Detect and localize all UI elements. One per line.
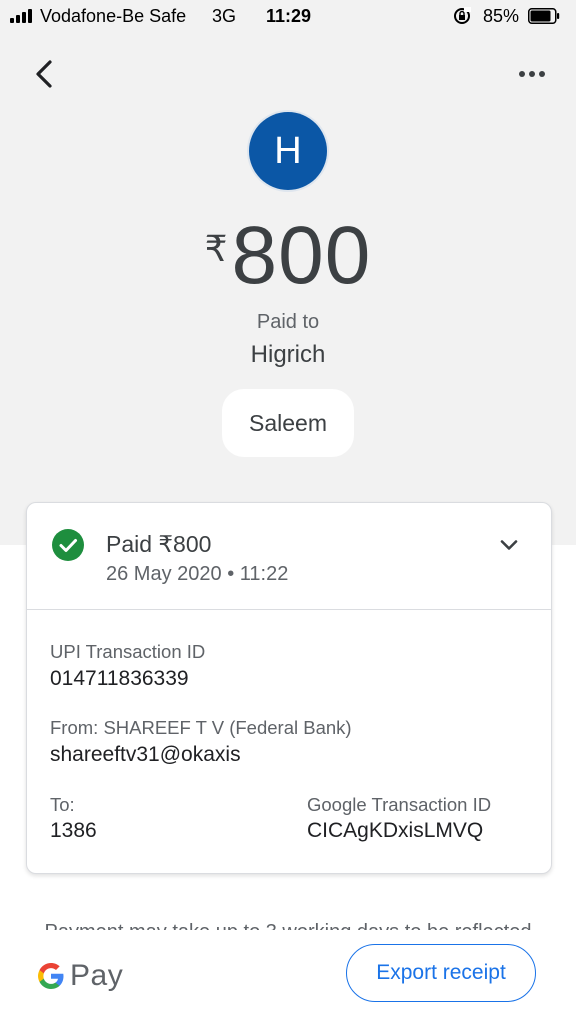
battery-icon xyxy=(528,8,560,24)
amount-value: 800 xyxy=(231,210,372,301)
back-button[interactable] xyxy=(26,54,66,94)
more-horizontal-icon xyxy=(519,71,545,77)
avatar: H xyxy=(249,112,327,190)
google-transaction-id: CICAgKDxisLMVQ xyxy=(307,819,484,842)
google-g-icon xyxy=(38,963,64,989)
chevron-down-icon xyxy=(500,540,518,550)
export-receipt-button[interactable]: Export receipt xyxy=(346,944,536,1002)
payment-amount: ₹800 xyxy=(0,208,576,304)
check-circle-icon xyxy=(52,529,84,561)
battery-percent: 85% xyxy=(483,6,520,26)
from-account-label: From: SHAREEF T V (Federal Bank) xyxy=(50,717,352,738)
transaction-details-card: Paid ₹800 26 May 2020 • 11:22 UPI Transa… xyxy=(26,502,552,874)
google-transaction-id-label: Google Transaction ID xyxy=(307,794,492,815)
google-pay-label: Pay xyxy=(70,959,124,992)
paid-to-label: Paid to xyxy=(256,311,320,333)
signal-strength-icon xyxy=(10,9,36,23)
more-options-button[interactable] xyxy=(512,56,552,92)
currency-symbol: ₹ xyxy=(204,228,228,269)
google-pay-logo: Pay xyxy=(36,958,123,994)
transaction-status: Paid ₹800 xyxy=(106,531,212,557)
upi-transaction-id: 014711836339 xyxy=(50,667,189,690)
bottom-bar: Pay Export receipt xyxy=(0,930,576,1024)
card-divider xyxy=(27,609,551,610)
payment-note: Saleem xyxy=(222,389,354,457)
carrier-name: Vodafone-Be Safe xyxy=(40,6,187,26)
rotation-lock-icon xyxy=(454,7,471,24)
upi-transaction-id-label: UPI Transaction ID xyxy=(50,641,206,662)
to-label: To: xyxy=(50,794,75,815)
transaction-date: 26 May 2020 • 11:22 xyxy=(106,563,289,585)
payee-name: Higrich xyxy=(250,341,326,368)
status-bar: Vodafone-Be Safe 3G 11:29 85% xyxy=(0,0,576,34)
from-vpa: shareeftv31@okaxis xyxy=(50,743,241,766)
chevron-left-icon xyxy=(36,60,52,88)
to-value: 1386 xyxy=(50,819,97,842)
transaction-status-header[interactable]: Paid ₹800 26 May 2020 • 11:22 xyxy=(27,503,551,609)
network-type: 3G xyxy=(212,6,237,26)
status-time: 11:29 xyxy=(266,6,312,26)
